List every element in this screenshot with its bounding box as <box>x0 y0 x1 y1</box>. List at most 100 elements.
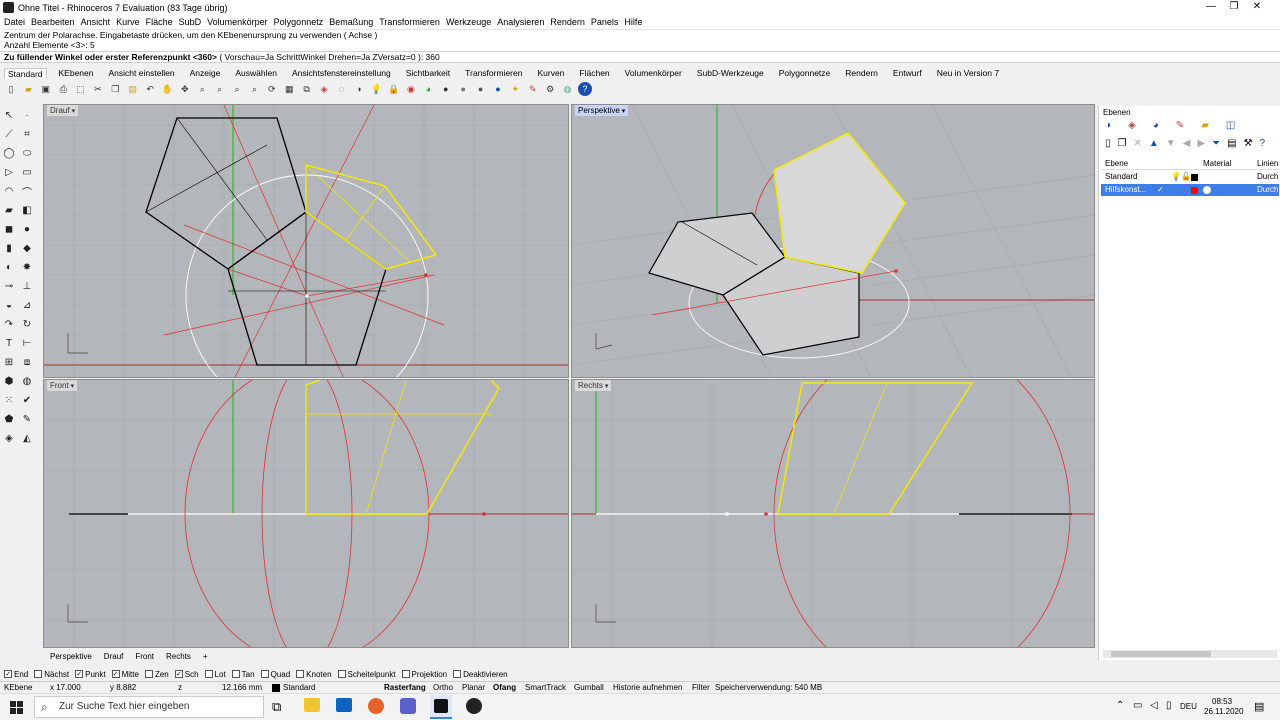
polygon-icon[interactable]: ▷ <box>2 165 16 179</box>
menu-rendern[interactable]: Rendern <box>550 17 585 27</box>
checkbox[interactable]: ✓ <box>111 670 120 678</box>
tab-kurven[interactable]: Kurven <box>534 68 567 78</box>
menu-analysieren[interactable]: Analysieren <box>497 17 544 27</box>
array-icon[interactable]: ⊞ <box>2 355 16 369</box>
menu-kurve[interactable]: Kurve <box>116 17 140 27</box>
column-material[interactable]: Material <box>1203 158 1231 170</box>
osnap-perp[interactable]: Lot <box>204 670 226 679</box>
viewport-perspective[interactable]: Perspektive ▾ <box>571 104 1095 378</box>
checkbox[interactable] <box>144 670 153 678</box>
move-icon[interactable]: ↷ <box>2 317 16 331</box>
light-bulb-icon[interactable]: 💡 <box>369 82 383 96</box>
render-tab-icon[interactable]: ◕ <box>1153 120 1159 131</box>
lock-icon[interactable]: 🔒 <box>387 82 401 96</box>
import-icon[interactable]: ⬚ <box>74 82 88 96</box>
history-toggle[interactable]: Historie aufnehmen <box>613 682 682 693</box>
viewport-layout-icon[interactable]: ▦ <box>282 82 296 96</box>
zoom-extents-icon[interactable]: ⌕ <box>230 82 244 96</box>
viewport-tab-front[interactable]: Front <box>135 652 154 661</box>
osnap-end[interactable]: ✓ End <box>4 670 28 679</box>
check-icon[interactable]: ✔ <box>20 393 34 407</box>
point-icon[interactable]: · <box>20 108 34 122</box>
options-icon[interactable]: ⚙ <box>543 82 557 96</box>
menu-polygonnetz[interactable]: Polygonnetz <box>274 17 324 27</box>
grid-points-icon[interactable]: ⁙ <box>2 393 16 407</box>
viewport-label-front[interactable]: Front ▾ <box>47 380 78 391</box>
tab-neu-in-version-7[interactable]: Neu in Version 7 <box>934 68 1002 78</box>
gumball-toggle[interactable]: Gumball <box>574 682 604 693</box>
viewport-front[interactable]: Front ▾ <box>43 379 569 648</box>
control-points-icon[interactable]: ⌗ <box>20 127 34 141</box>
checkbox[interactable]: ✓ <box>75 670 84 678</box>
fillet-icon[interactable]: ⌒ <box>20 184 34 199</box>
mesh-icon[interactable]: ◆ <box>20 241 34 255</box>
new-sublayer-icon[interactable]: ❐ <box>1118 138 1127 149</box>
filter-icon[interactable]: ⏷ <box>1212 138 1220 149</box>
menu-datei[interactable]: Datei <box>4 17 25 27</box>
checkbox[interactable] <box>337 670 346 678</box>
osnap-knot[interactable]: Knoten <box>296 670 332 679</box>
new-layer-icon[interactable]: ▯ <box>1105 138 1111 149</box>
new-file-icon[interactable]: ▯ <box>4 82 18 96</box>
viewport-front-canvas[interactable] <box>44 380 569 648</box>
osnap-disable[interactable]: Deaktivieren <box>453 670 508 679</box>
column-linetype[interactable]: Linien <box>1257 158 1278 170</box>
checkbox[interactable]: ✓ <box>174 670 183 678</box>
ellipse-icon[interactable]: ⬭ <box>20 146 34 160</box>
tab-ansichtsfenstereinstellung[interactable]: Ansichtsfenstereinstellung <box>289 68 394 78</box>
tab-standard[interactable]: Standard <box>4 67 47 79</box>
offset-icon[interactable]: ⊿ <box>20 298 34 312</box>
join-icon[interactable]: ⊸ <box>2 279 16 293</box>
status-layer[interactable]: Standard <box>283 682 315 693</box>
menu-subd[interactable]: SubD <box>179 17 202 27</box>
checkbox[interactable] <box>260 670 269 678</box>
delete-layer-icon[interactable]: ✕ <box>1133 138 1141 149</box>
task-view-icon[interactable]: ⧉ <box>272 699 281 715</box>
osnap-tan[interactable]: Tan <box>231 670 255 679</box>
options-icon[interactable]: ⚒ <box>1244 138 1253 149</box>
speaker-icon[interactable]: ◁ <box>1150 700 1158 711</box>
boolean-icon[interactable]: ◐ <box>2 260 16 274</box>
tab-entwurf[interactable]: Entwurf <box>890 68 925 78</box>
paint-icon[interactable]: ◭ <box>20 431 34 445</box>
layers-tab-icon[interactable]: ◈ <box>1128 120 1136 131</box>
filter-toggle[interactable]: Filter <box>692 682 710 693</box>
file-explorer-icon[interactable] <box>304 698 320 712</box>
paste-icon[interactable]: ▤ <box>126 82 140 96</box>
shaded-sphere-icon[interactable]: ● <box>456 82 470 96</box>
light-bulb-icon[interactable]: 💡 <box>1171 171 1181 183</box>
move-up-icon[interactable]: ▲ <box>1149 138 1159 149</box>
print-icon[interactable]: ⎙ <box>56 82 70 96</box>
arc-icon[interactable]: ◠ <box>2 184 16 198</box>
menu-bemassung[interactable]: Bemaßung <box>329 17 373 27</box>
viewport-label-perspective[interactable]: Perspektive ▾ <box>575 105 629 116</box>
sphere-icon[interactable]: ● <box>20 222 34 236</box>
viewport-label-top[interactable]: Drauf ▾ <box>47 105 79 116</box>
tab-polygonnetze[interactable]: Polygonnetze <box>776 68 834 78</box>
battery-icon[interactable]: ▯ <box>1166 700 1172 711</box>
viewport-top-canvas[interactable] <box>44 105 569 378</box>
checkbox[interactable] <box>204 670 213 678</box>
move-right-icon[interactable]: ▶ <box>1197 138 1205 149</box>
osnap-project[interactable]: Projektion <box>401 670 447 679</box>
taskbar-clock-time[interactable]: 08:53 <box>1212 697 1232 706</box>
layer-color-swatch[interactable] <box>1191 174 1198 181</box>
tab-sichtbarkeit[interactable]: Sichtbarkeit <box>403 68 453 78</box>
help-tab-icon[interactable]: ◫ <box>1226 120 1235 131</box>
viewport-top[interactable]: Drauf ▾ <box>43 104 569 378</box>
viewport-tab-perspective[interactable]: Perspektive <box>50 652 92 661</box>
viewport-right-canvas[interactable] <box>572 380 1095 648</box>
layer-color-icon[interactable]: ◉ <box>404 82 418 96</box>
solid-tools-icon[interactable]: ⬢ <box>2 374 16 388</box>
checkbox[interactable] <box>296 670 305 678</box>
material-icon[interactable]: ✎ <box>526 82 540 96</box>
layer-row-selected[interactable]: Hilfskonst... ✓ Durch <box>1101 184 1279 196</box>
environment-icon[interactable]: ◍ <box>561 82 575 96</box>
osnap-near[interactable]: Nächst <box>34 670 69 679</box>
cplane-icon[interactable]: ⧉ <box>300 82 314 96</box>
open-folder-icon[interactable]: ▰ <box>21 82 35 96</box>
grid-snap-toggle[interactable]: Rasterfang <box>384 682 426 693</box>
teams-icon[interactable] <box>400 698 416 714</box>
mail-icon[interactable] <box>336 698 352 712</box>
checkbox[interactable] <box>231 670 240 678</box>
